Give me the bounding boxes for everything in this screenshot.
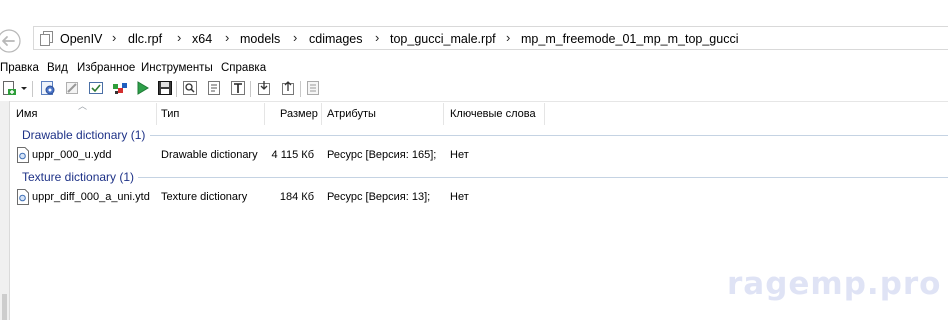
toolbar-separator xyxy=(176,81,177,97)
sort-ascending-icon: ︿ xyxy=(78,101,88,111)
back-arrow-icon[interactable] xyxy=(0,28,22,54)
breadcrumb-separator[interactable]: › xyxy=(506,30,510,45)
breadcrumb-openiv[interactable]: OpenIV xyxy=(60,32,102,46)
left-pane-scrollbar[interactable] xyxy=(0,101,10,320)
menu-tools[interactable]: Инструменты xyxy=(141,62,213,74)
checkbox-icon[interactable] xyxy=(88,80,104,96)
group-header-drawable-dictionary[interactable]: Drawable dictionary (1) xyxy=(22,128,145,142)
column-divider[interactable] xyxy=(544,103,545,125)
menu-help[interactable]: Справка xyxy=(221,62,266,74)
column-divider[interactable] xyxy=(156,103,157,125)
column-header-name[interactable]: Имя xyxy=(16,108,37,120)
cell-attributes: Ресурс [Версия: 13]; xyxy=(327,191,431,203)
breadcrumb-dlc-rpf[interactable]: dlc.rpf xyxy=(128,32,162,46)
breadcrumb-separator[interactable]: › xyxy=(293,30,297,45)
settings-gear-icon[interactable] xyxy=(40,80,56,96)
list-top-border xyxy=(0,101,948,102)
column-divider[interactable] xyxy=(264,103,265,125)
cell-attributes: Ресурс [Версия: 165]; xyxy=(327,149,437,161)
breadcrumb-separator[interactable]: › xyxy=(112,30,116,45)
address-bar[interactable]: OpenIV › dlc.rpf › x64 › models › cdimag… xyxy=(33,26,948,50)
text-icon[interactable] xyxy=(230,80,246,96)
new-icon[interactable] xyxy=(1,80,17,96)
play-icon[interactable] xyxy=(135,80,151,96)
breadcrumb-x64[interactable]: x64 xyxy=(192,32,212,46)
cell-name: uppr_000_u.ydd xyxy=(32,149,112,161)
toolbar-separator xyxy=(250,81,251,97)
column-header-size[interactable]: Размер xyxy=(280,108,318,120)
page-icon[interactable] xyxy=(206,80,222,96)
address-bar-row: OpenIV › dlc.rpf › x64 › models › cdimag… xyxy=(0,24,948,55)
menu-favorites[interactable]: Избранное xyxy=(77,62,135,74)
menu-view[interactable]: Вид xyxy=(47,62,68,74)
save-icon[interactable] xyxy=(157,80,173,96)
file-icon xyxy=(16,189,30,205)
breadcrumb-current-folder[interactable]: mp_m_freemode_01_mp_m_top_gucci xyxy=(521,32,739,46)
tools-icon[interactable] xyxy=(64,80,80,96)
column-header-attributes[interactable]: Атрибуты xyxy=(327,108,376,120)
export-icon[interactable] xyxy=(280,80,296,96)
cell-size: 184 Кб xyxy=(279,191,314,203)
group-header-texture-dictionary[interactable]: Texture dictionary (1) xyxy=(22,170,134,184)
table-row[interactable]: uppr_000_u.ydd Drawable dictionary 4 115… xyxy=(0,146,948,166)
cell-name: uppr_diff_000_a_uni.ytd xyxy=(32,191,150,203)
breadcrumb-cdimages[interactable]: cdimages xyxy=(309,32,363,46)
search-icon[interactable] xyxy=(182,80,198,96)
breadcrumb-separator[interactable]: › xyxy=(375,30,379,45)
breadcrumb-models[interactable]: models xyxy=(240,32,280,46)
column-header-keywords[interactable]: Ключевые слова xyxy=(450,108,536,120)
column-divider[interactable] xyxy=(321,103,322,125)
menu-edit[interactable]: Правка xyxy=(0,62,39,74)
group-divider-line xyxy=(150,135,948,136)
breadcrumb-separator[interactable]: › xyxy=(177,30,181,45)
breadcrumb-top-gucci-male-rpf[interactable]: top_gucci_male.rpf xyxy=(390,32,496,46)
toolbar-separator xyxy=(32,81,33,97)
dropdown-arrow-icon[interactable] xyxy=(19,80,29,96)
list-icon[interactable] xyxy=(305,80,321,96)
cell-keywords: Нет xyxy=(450,149,469,161)
toolbar-separator xyxy=(300,81,301,97)
import-icon[interactable] xyxy=(256,80,272,96)
scrollbar-thumb[interactable] xyxy=(2,294,7,320)
column-divider[interactable] xyxy=(443,103,444,125)
toolbar xyxy=(0,78,948,100)
column-header-type[interactable]: Тип xyxy=(161,108,179,120)
cell-keywords: Нет xyxy=(450,191,469,203)
breadcrumb-separator[interactable]: › xyxy=(225,30,229,45)
table-row[interactable]: uppr_diff_000_a_uni.ytd Texture dictiona… xyxy=(0,188,948,208)
watermark: ragemp.pro xyxy=(727,266,942,302)
colors-icon[interactable] xyxy=(112,80,128,96)
document-icon xyxy=(40,31,54,46)
group-divider-line xyxy=(138,177,948,178)
cell-type: Drawable dictionary xyxy=(161,149,258,161)
file-icon xyxy=(16,147,30,163)
cell-size: 4 115 Кб xyxy=(271,149,314,161)
cell-type: Texture dictionary xyxy=(161,191,248,203)
